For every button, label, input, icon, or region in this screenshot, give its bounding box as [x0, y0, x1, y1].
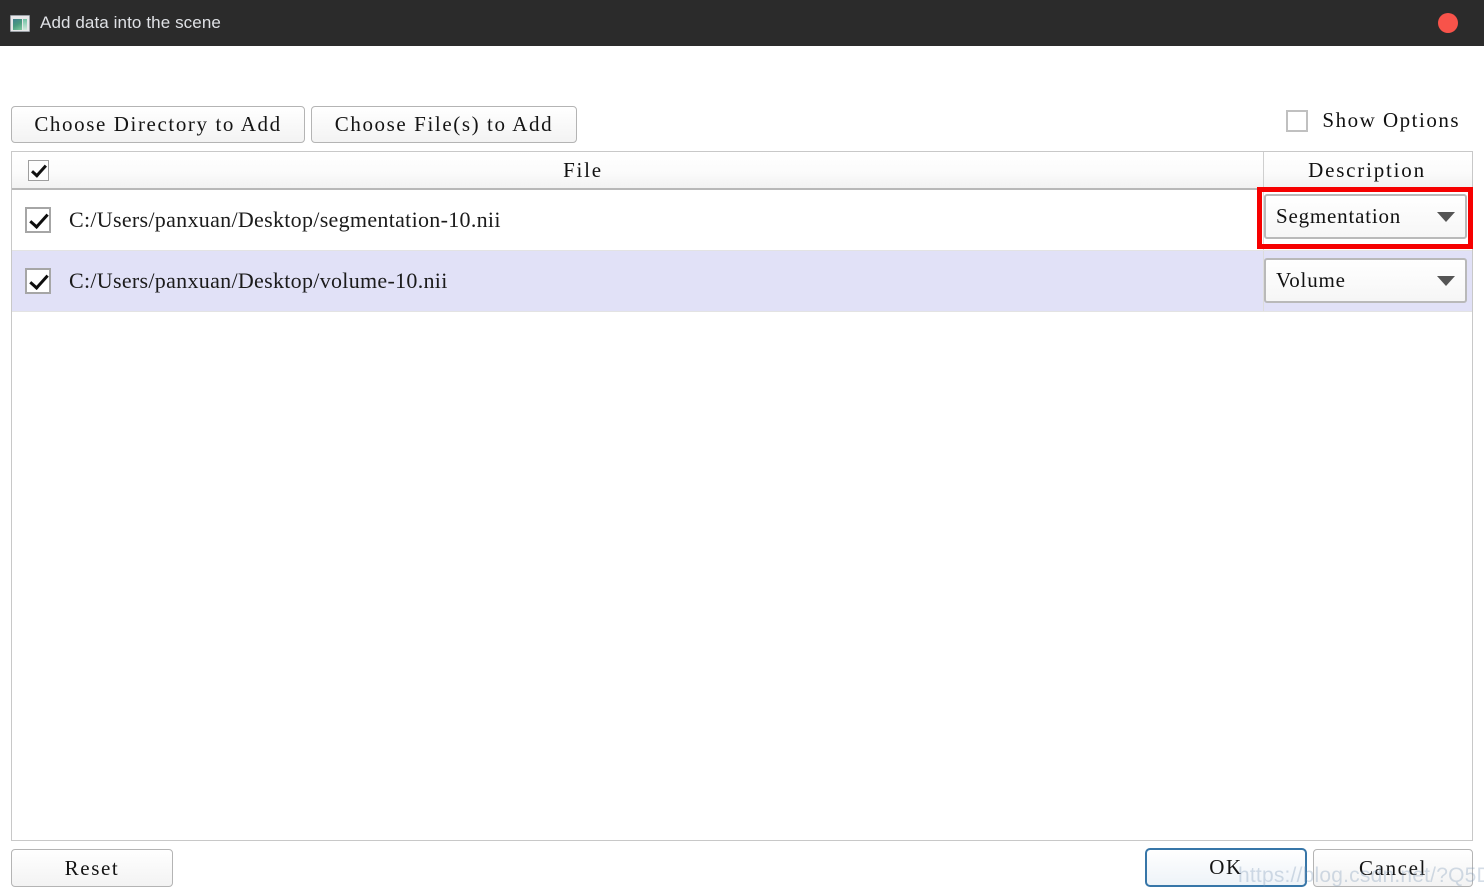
- row-checkbox-cell[interactable]: [12, 207, 64, 233]
- description-dropdown-value: Volume: [1276, 268, 1346, 292]
- description-dropdown-value: Segmentation: [1276, 204, 1402, 228]
- description-dropdown-segmentation[interactable]: Segmentation: [1264, 194, 1467, 239]
- close-icon[interactable]: [1438, 13, 1458, 33]
- column-divider: [1263, 152, 1264, 189]
- row-checkbox-cell[interactable]: [12, 268, 64, 294]
- row-checkbox[interactable]: [25, 207, 51, 233]
- window-title: Add data into the scene: [40, 13, 221, 32]
- column-header-file[interactable]: File: [64, 158, 1262, 183]
- row-file-path: C:/Users/panxuan/Desktop/volume-10.nii: [69, 268, 448, 293]
- column-header-description[interactable]: Description: [1262, 158, 1472, 183]
- choose-directory-button[interactable]: Choose Directory to Add: [11, 106, 305, 143]
- app-window-icon: [10, 14, 30, 32]
- ok-button[interactable]: OK: [1145, 848, 1307, 887]
- title-bar: Add data into the scene: [0, 0, 1484, 46]
- file-table: File Description C:/Users/panxuan/Deskto…: [11, 151, 1473, 841]
- reset-button[interactable]: Reset: [11, 849, 173, 887]
- show-options-checkbox[interactable]: [1286, 109, 1309, 132]
- show-options-label: Show Options: [1322, 108, 1460, 132]
- cancel-button[interactable]: Cancel: [1313, 849, 1473, 887]
- row-checkbox[interactable]: [25, 268, 51, 294]
- table-row[interactable]: C:/Users/panxuan/Desktop/segmentation-10…: [12, 190, 1472, 251]
- select-all-cell[interactable]: [12, 159, 64, 181]
- table-header-row: File Description: [12, 152, 1472, 190]
- dialog-body: Choose Directory to Add Choose File(s) t…: [0, 46, 1484, 887]
- row-file-path: C:/Users/panxuan/Desktop/segmentation-10…: [69, 207, 501, 232]
- chevron-down-icon[interactable]: [1437, 211, 1455, 222]
- choose-files-button[interactable]: Choose File(s) to Add: [311, 106, 577, 143]
- select-all-checkbox[interactable]: [27, 159, 49, 181]
- chevron-down-icon[interactable]: [1437, 275, 1455, 286]
- description-dropdown-volume[interactable]: Volume: [1264, 258, 1467, 303]
- show-options-control[interactable]: Show Options: [1286, 108, 1460, 133]
- table-row[interactable]: C:/Users/panxuan/Desktop/volume-10.nii: [12, 251, 1472, 312]
